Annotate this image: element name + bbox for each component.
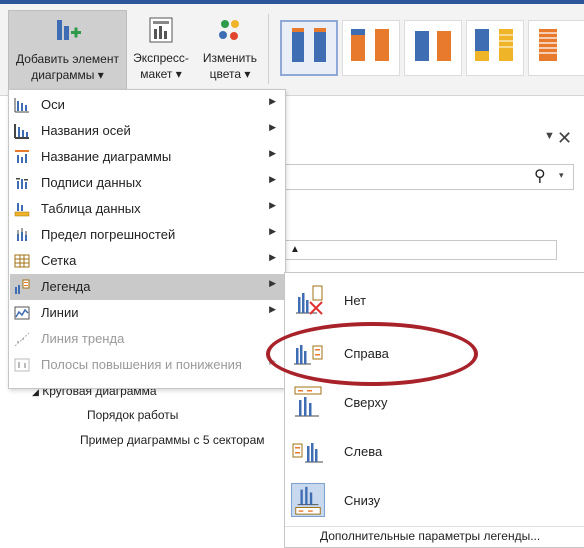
quick-layout-label-2: макет ▾: [140, 67, 182, 81]
gridlines-icon: [14, 254, 30, 268]
lines-icon: [14, 306, 30, 320]
legend-top-icon: [294, 386, 322, 417]
menu-item-trendline: Линия тренда: [10, 326, 284, 352]
quick-layout-icon: [129, 10, 193, 50]
submenu-arrow-icon: ▶: [269, 148, 276, 158]
menu-item-data-labels[interactable]: Подписи данных ▶: [10, 170, 284, 196]
menu-item-label: Названия осей: [41, 123, 131, 138]
menu-item-up-down-bars: Полосы повышения и понижения ▶: [10, 352, 284, 378]
submenu-arrow-icon: ▶: [269, 226, 276, 236]
legend-option-left[interactable]: Слева: [286, 428, 584, 476]
tree-child-item[interactable]: Порядок работы: [87, 408, 178, 422]
close-icon[interactable]: ✕: [557, 128, 572, 149]
add-chart-element-label-2: диаграммы ▾: [31, 68, 104, 82]
search-input[interactable]: [282, 164, 574, 190]
menu-item-label: Название диаграммы: [41, 149, 172, 164]
submenu-arrow-icon: ▶: [269, 200, 276, 210]
legend-option-label: Слева: [344, 444, 383, 459]
data-labels-icon: [16, 178, 28, 189]
submenu-arrow-icon: ▶: [269, 252, 276, 262]
ribbon-top-bar: [0, 0, 584, 4]
legend-option-label: Сверху: [344, 395, 388, 410]
legend-option-none[interactable]: Нет: [286, 277, 584, 325]
menu-item-axis-titles[interactable]: Названия осей ▶: [10, 118, 284, 144]
menu-item-label: Легенда: [41, 279, 91, 294]
menu-item-gridlines[interactable]: Сетка ▶: [10, 248, 284, 274]
pane-field[interactable]: [282, 240, 557, 260]
submenu-arrow-icon: ▶: [269, 278, 276, 288]
legend-option-label: Нет: [344, 293, 367, 308]
more-legend-options-link[interactable]: Дополнительные параметры легенды...: [320, 529, 540, 543]
add-chart-element-icon: [9, 11, 126, 51]
menu-item-legend[interactable]: Легенда ▶: [10, 274, 284, 300]
legend-none-icon: [296, 285, 323, 315]
submenu-arrow-icon: ▶: [269, 304, 276, 314]
search-icon[interactable]: ⚲: [534, 166, 546, 186]
add-chart-element-label-1: Добавить элемент: [16, 52, 119, 66]
menu-item-label: Подписи данных: [41, 175, 142, 190]
trendline-icon: [14, 332, 30, 347]
chart-style-1[interactable]: [280, 20, 338, 76]
menu-item-data-table[interactable]: Таблица данных ▶: [10, 196, 284, 222]
legend-icon: [15, 279, 30, 294]
menu-item-label: Оси: [41, 97, 65, 112]
ribbon: Добавить элемент диаграммы ▾ Экспресс- м…: [0, 0, 584, 96]
axes-icon: [14, 98, 29, 113]
menu-item-chart-title[interactable]: Название диаграммы ▶: [10, 144, 284, 170]
chart-style-4[interactable]: [466, 20, 524, 76]
legend-option-bottom[interactable]: Снизу: [286, 477, 584, 525]
chart-style-2[interactable]: [342, 20, 400, 76]
menu-item-label: Линии: [41, 305, 79, 320]
chart-styles-gallery: [276, 20, 584, 76]
change-colors-button[interactable]: Изменить цвета ▾: [198, 10, 262, 82]
tree-child-label: Пример диаграммы с 5 секторам: [80, 433, 265, 447]
pane-options-chevron-icon[interactable]: ▼: [544, 130, 555, 142]
menu-item-axes[interactable]: Оси ▶: [10, 92, 284, 118]
legend-submenu: Нет Справа Сверху Слева Снизу Дополнител…: [284, 272, 584, 548]
change-colors-label-1: Изменить: [202, 51, 258, 65]
menu-item-label: Таблица данных: [41, 201, 141, 216]
ribbon-separator: [268, 14, 269, 84]
up-down-bars-icon: [14, 358, 30, 372]
add-chart-element-button[interactable]: Добавить элемент диаграммы ▾: [8, 10, 127, 94]
menu-item-label: Сетка: [41, 253, 77, 268]
menu-item-label: Предел погрешностей: [41, 227, 176, 242]
legend-option-label: Снизу: [344, 493, 381, 508]
quick-layout-label-1: Экспресс-: [133, 51, 189, 65]
add-chart-element-menu: Оси ▶ Названия осей ▶ Название диаграммы…: [8, 89, 286, 389]
axis-titles-icon: [14, 124, 29, 139]
submenu-arrow-icon: ▶: [269, 96, 276, 106]
menu-item-error-bars[interactable]: Предел погрешностей ▶: [10, 222, 284, 248]
submenu-arrow-icon: ▶: [269, 174, 276, 184]
chart-style-3[interactable]: [404, 20, 462, 76]
search-dropdown-icon[interactable]: ▾: [559, 170, 564, 181]
error-bars-icon: [17, 228, 27, 241]
change-colors-label-2: цвета ▾: [209, 67, 251, 81]
submenu-arrow-icon: ▶: [269, 122, 276, 132]
collapse-icon[interactable]: ▲: [290, 244, 300, 255]
chart-title-icon: [15, 150, 29, 163]
tree-child-item[interactable]: Пример диаграммы с 5 секторам: [80, 433, 265, 447]
tree-child-label: Порядок работы: [87, 408, 179, 422]
legend-left-icon: [292, 443, 323, 463]
submenu-divider: [285, 526, 584, 527]
menu-item-lines[interactable]: Линии ▶: [10, 300, 284, 326]
menu-item-label: Линия тренда: [41, 331, 125, 346]
palette-icon: [198, 10, 262, 50]
quick-layout-button[interactable]: Экспресс- макет ▾: [129, 10, 193, 82]
chart-style-5[interactable]: [528, 20, 584, 76]
data-table-icon: [14, 203, 30, 217]
highlight-ellipse: [266, 322, 478, 386]
menu-item-label: Полосы повышения и понижения: [41, 357, 242, 372]
legend-option-top[interactable]: Сверху: [286, 379, 584, 427]
legend-bottom-icon: [291, 483, 325, 517]
